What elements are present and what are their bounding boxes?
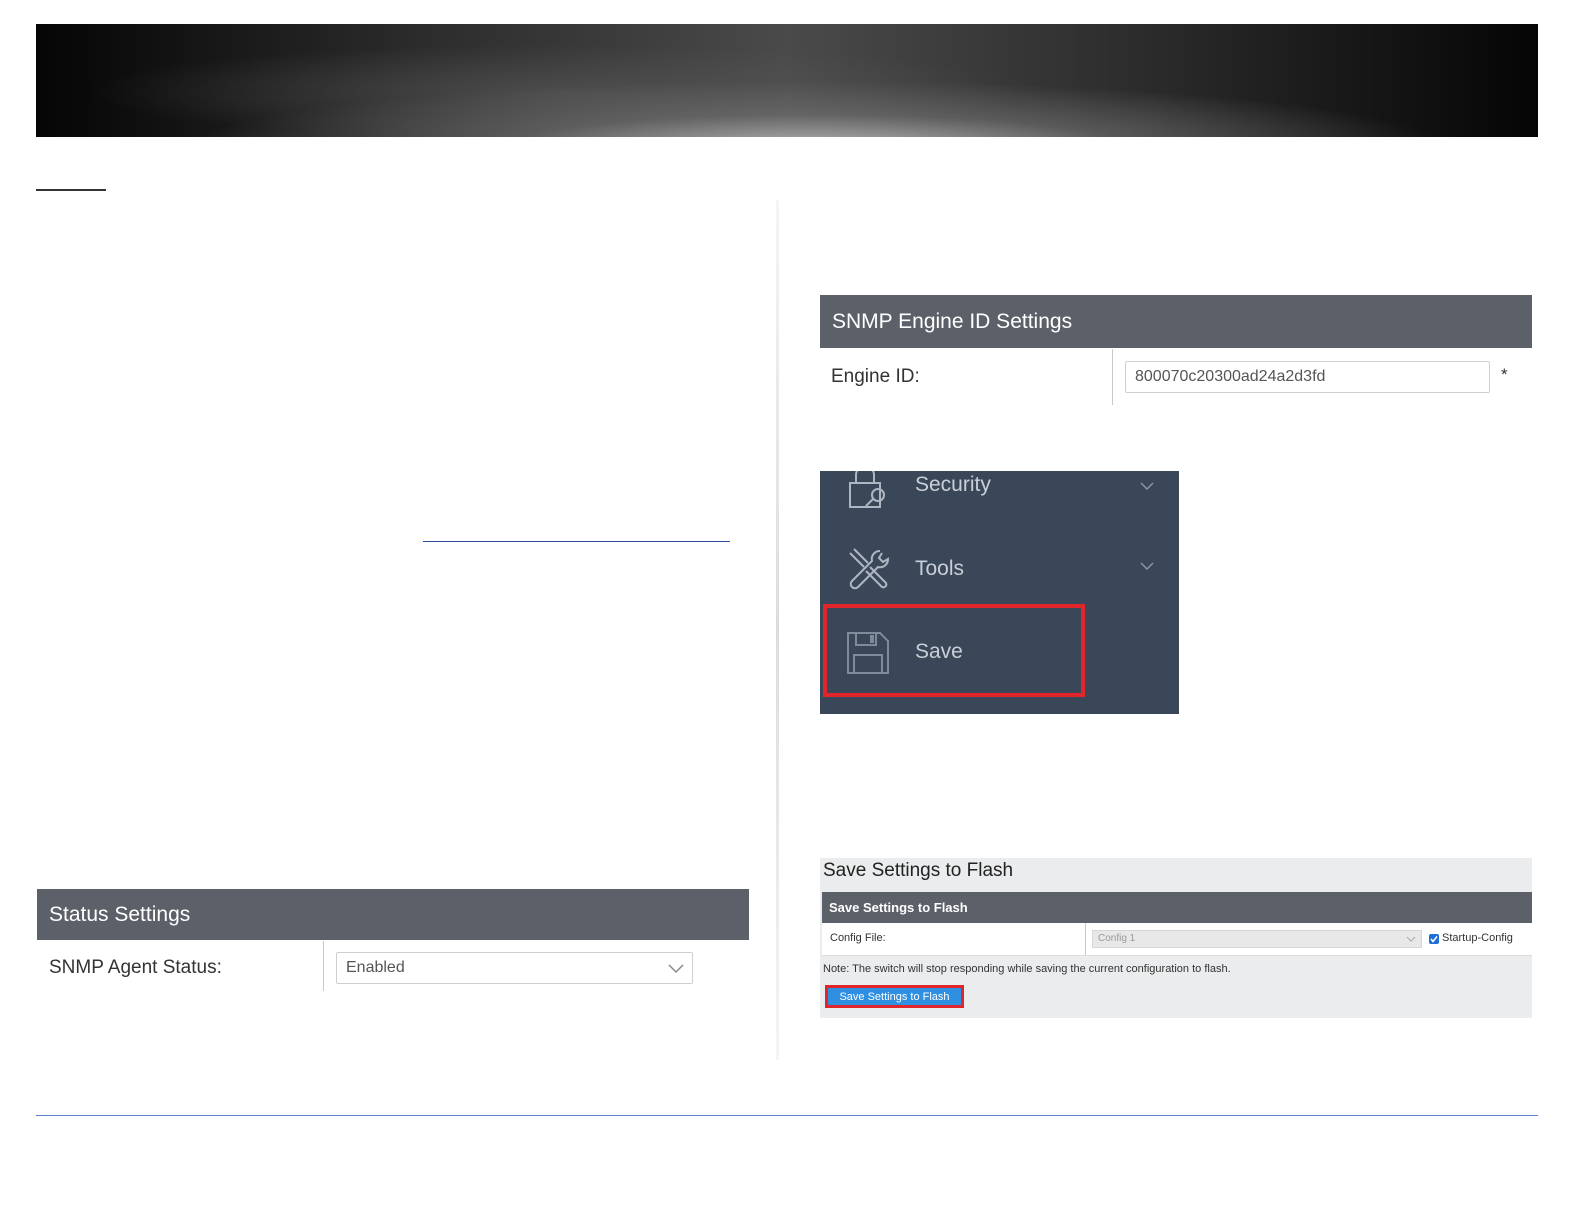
startup-config-label: Startup-Config bbox=[1442, 932, 1513, 944]
header-banner bbox=[36, 24, 1538, 137]
sidebar-item-tools[interactable]: Tools bbox=[820, 529, 1179, 609]
save-flash-panel-header-label: Save Settings to Flash bbox=[829, 900, 968, 915]
config-file-label: Config File: bbox=[830, 932, 886, 944]
snmp-agent-status-select[interactable]: Enabled bbox=[336, 952, 693, 984]
sidebar-item-security[interactable]: Security bbox=[820, 471, 1179, 527]
hyperlink-underline[interactable] bbox=[423, 541, 730, 542]
sidebar-item-tools-label: Tools bbox=[915, 557, 965, 580]
engine-id-value: 800070c20300ad24a2d3fd bbox=[1135, 368, 1326, 385]
save-flash-title: Save Settings to Flash bbox=[823, 860, 1014, 881]
chevron-down-icon bbox=[1406, 936, 1416, 942]
save-settings-to-flash-button[interactable]: Save Settings to Flash bbox=[825, 985, 964, 1008]
startup-config-checkbox[interactable] bbox=[1429, 934, 1439, 944]
snmp-agent-status-value: Enabled bbox=[346, 959, 405, 976]
status-settings-title: Status Settings bbox=[49, 902, 191, 926]
chevron-down-icon bbox=[1140, 562, 1154, 571]
sidebar-item-security-label: Security bbox=[915, 473, 991, 496]
save-flash-panel-header: Save Settings to Flash bbox=[822, 892, 1532, 923]
tools-icon bbox=[849, 548, 889, 590]
snmp-agent-status-label: SNMP Agent Status: bbox=[49, 957, 222, 978]
snmp-engine-id-title: SNMP Engine ID Settings bbox=[832, 309, 1073, 333]
required-asterisk: * bbox=[1501, 365, 1508, 384]
snmp-engine-id-header: SNMP Engine ID Settings bbox=[820, 295, 1532, 348]
save-settings-to-flash-button-label: Save Settings to Flash bbox=[839, 990, 950, 1003]
sidebar-menu-crop: Security Tools Save bbox=[820, 471, 1179, 714]
status-settings-header: Status Settings bbox=[37, 889, 749, 940]
config-file-select[interactable]: Config 1 bbox=[1092, 930, 1422, 948]
config-file-row: Config File: Config 1 Startup-Config bbox=[822, 923, 1532, 956]
config-file-separator bbox=[1085, 923, 1086, 955]
section-heading-underline bbox=[36, 189, 106, 191]
save-highlight-box bbox=[823, 604, 1085, 697]
lock-icon bbox=[849, 471, 885, 508]
engine-id-label: Engine ID: bbox=[831, 366, 920, 387]
save-settings-flash-panel: Save Settings to Flash Save Settings to … bbox=[820, 858, 1532, 1018]
config-file-value: Config 1 bbox=[1098, 933, 1136, 944]
chevron-down-icon bbox=[668, 964, 684, 974]
checkmark-icon bbox=[1430, 936, 1438, 943]
engine-id-separator bbox=[1112, 349, 1113, 405]
save-flash-note: Note: The switch will stop responding wh… bbox=[823, 963, 1231, 975]
column-divider bbox=[776, 200, 779, 1060]
engine-id-input[interactable]: 800070c20300ad24a2d3fd bbox=[1125, 361, 1490, 393]
chevron-down-icon bbox=[1140, 482, 1154, 491]
footer-rule bbox=[36, 1115, 1538, 1116]
agent-status-separator bbox=[323, 941, 324, 991]
